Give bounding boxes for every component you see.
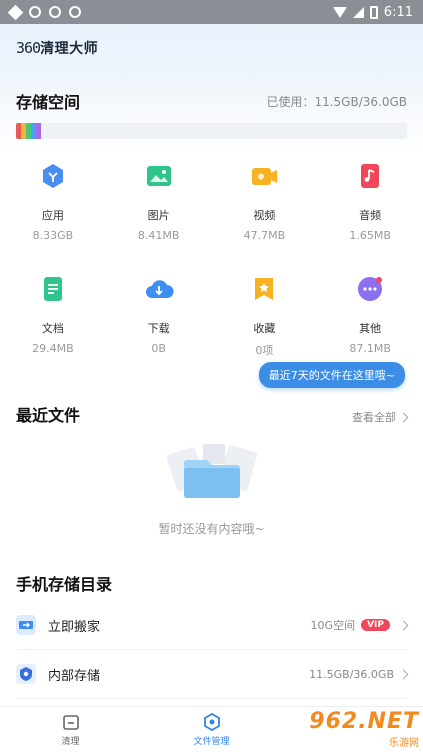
vip-badge: VIP bbox=[361, 619, 390, 631]
music-icon bbox=[355, 161, 385, 191]
app-bar: 360清理大师 bbox=[0, 24, 423, 72]
chevron-right-icon bbox=[398, 669, 409, 679]
chevron-right-icon bbox=[398, 412, 409, 422]
internal-storage-value: 11.5GB/36.0GB bbox=[309, 667, 394, 681]
category-video[interactable]: 视频 47.7MB bbox=[212, 149, 318, 262]
category-favorite[interactable]: 收藏 0项 bbox=[212, 262, 318, 375]
category-label: 下载 bbox=[147, 322, 170, 335]
battery-icon bbox=[369, 5, 378, 19]
recent-files-header: 最近文件 查看全部 bbox=[0, 402, 423, 426]
category-document[interactable]: 文档 29.4MB bbox=[0, 262, 106, 375]
phone-storage-title: 手机存储目录 bbox=[16, 575, 113, 594]
category-label: 其他 bbox=[359, 322, 382, 335]
tab-clean[interactable]: 清理 bbox=[0, 707, 141, 752]
category-label: 应用 bbox=[41, 209, 64, 222]
storage-used-text: 已使用：11.5GB/36.0GB bbox=[266, 94, 407, 109]
internal-storage-row[interactable]: 内部存储 11.5GB/36.0GB bbox=[16, 650, 409, 699]
category-label: 音频 bbox=[359, 209, 382, 222]
app-icon bbox=[38, 161, 68, 191]
category-size: 0项 bbox=[255, 344, 274, 357]
category-app[interactable]: 应用 8.33GB bbox=[0, 149, 106, 262]
app-logo: 360清理大师 bbox=[16, 39, 99, 57]
recent-files-empty-state: 暂时还没有内容哦~ bbox=[0, 440, 423, 537]
category-size: 0B bbox=[151, 342, 166, 355]
wifi-icon bbox=[332, 6, 347, 18]
notification-icon bbox=[7, 4, 24, 20]
empty-state-text: 暂时还没有内容哦~ bbox=[158, 522, 265, 536]
move-storage-value: 10G空间 bbox=[310, 619, 356, 632]
signal-icon bbox=[352, 6, 364, 18]
watermark-logo: 962.NET 乐游网 bbox=[309, 709, 419, 749]
storage-usage-fill bbox=[16, 123, 41, 139]
category-size: 8.41MB bbox=[137, 229, 180, 242]
storage-header: 存储空间 已使用：11.5GB/36.0GB bbox=[0, 89, 423, 113]
empty-folder-icon bbox=[166, 440, 257, 502]
category-other[interactable]: 其他 87.1MB bbox=[317, 262, 423, 375]
move-icon bbox=[16, 615, 36, 635]
storage-icon bbox=[16, 664, 36, 684]
move-storage-row[interactable]: 立即搬家 10G空间 VIP bbox=[16, 601, 409, 650]
category-label: 图片 bbox=[147, 209, 170, 222]
clean-icon bbox=[62, 714, 79, 730]
notification-icon bbox=[26, 3, 44, 21]
category-label: 视频 bbox=[253, 209, 276, 222]
status-time: 6:11 bbox=[383, 4, 413, 20]
download-icon bbox=[144, 274, 174, 304]
favorite-icon bbox=[249, 274, 279, 304]
category-image[interactable]: 图片 8.41MB bbox=[106, 149, 212, 262]
other-icon bbox=[355, 274, 385, 304]
category-label: 文档 bbox=[41, 322, 64, 335]
view-all-link[interactable]: 查看全部 bbox=[352, 409, 409, 425]
category-size: 87.1MB bbox=[349, 342, 391, 355]
category-music[interactable]: 音频 1.65MB bbox=[317, 149, 423, 262]
category-size: 29.4MB bbox=[32, 342, 74, 355]
category-download[interactable]: 下载 0B bbox=[106, 262, 212, 375]
category-size: 47.7MB bbox=[243, 229, 286, 242]
status-bar: 6:11 bbox=[0, 0, 423, 24]
category-grid: 应用 8.33GB 图片 8.41MB 视频 47.7MB 音频 1.65MB 文档 29.4MB… bbox=[0, 149, 423, 375]
category-label: 收藏 bbox=[253, 322, 276, 335]
storage-title: 存储空间 bbox=[16, 93, 81, 112]
video-icon bbox=[249, 161, 279, 191]
recent-files-tooltip[interactable]: 最近7天的文件在这里哦~ bbox=[258, 362, 405, 388]
notification-icon bbox=[46, 3, 64, 21]
category-size: 1.65MB bbox=[349, 229, 391, 242]
recent-files-title: 最近文件 bbox=[16, 406, 81, 425]
move-storage-label: 立即搬家 bbox=[48, 619, 101, 635]
storage-usage-bar bbox=[16, 123, 407, 139]
notification-icon bbox=[66, 3, 84, 21]
tab-file-manager[interactable]: 文件管理 bbox=[141, 707, 282, 752]
chevron-right-icon bbox=[398, 620, 409, 630]
category-size: 8.33GB bbox=[32, 229, 74, 242]
file-manager-icon bbox=[203, 712, 220, 731]
internal-storage-label: 内部存储 bbox=[48, 668, 101, 684]
document-icon bbox=[38, 274, 68, 304]
image-icon bbox=[144, 161, 174, 191]
notification-icons bbox=[7, 3, 84, 21]
